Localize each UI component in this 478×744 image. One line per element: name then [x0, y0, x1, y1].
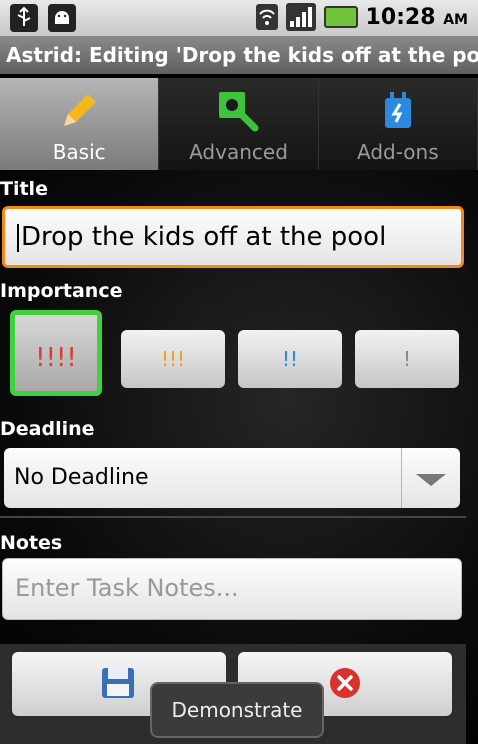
red-x-circle-icon [330, 668, 360, 698]
importance-button-label: ! [402, 347, 412, 371]
title-input[interactable]: Drop the kids off at the pool [2, 206, 464, 268]
text-caret [17, 223, 19, 252]
signal-icon [285, 3, 316, 31]
title-label: Title [0, 178, 48, 200]
importance-label: Importance [0, 280, 123, 302]
deadline-dropdown[interactable]: No Deadline [4, 448, 460, 508]
status-bar: 10:28 AM [0, 0, 478, 36]
notes-label: Notes [0, 532, 63, 554]
floppy-disk-icon [102, 668, 134, 698]
notes-placeholder: Enter Task Notes... [15, 574, 239, 602]
chevron-down-icon [401, 448, 460, 508]
clock: 10:28 AM [365, 4, 468, 30]
edit-form: Title Drop the kids off at the pool Impo… [0, 170, 478, 744]
importance-button-2[interactable]: !! [238, 330, 342, 388]
tab-label: Advanced [189, 140, 288, 164]
importance-button-label: !! [281, 347, 299, 371]
toast-message: Demonstrate [150, 682, 324, 738]
tab-basic[interactable]: Basic [0, 78, 160, 170]
window-title: Astrid: Editing 'Drop the kids off at th… [0, 36, 478, 74]
deadline-label: Deadline [0, 418, 95, 440]
clock-ampm: AM [443, 11, 468, 28]
notification-icons [10, 4, 76, 32]
battery-icon [323, 6, 358, 28]
importance-button-label: !!!! [35, 343, 77, 373]
divider [0, 516, 466, 518]
android-debug-icon [48, 4, 76, 32]
tab-label: Add-ons [357, 140, 439, 164]
tab-label: Basic [52, 140, 106, 164]
deadline-value: No Deadline [14, 465, 149, 490]
notes-input[interactable]: Enter Task Notes... [2, 558, 462, 620]
tab-bar: Basic Advanced Add-ons [0, 78, 478, 170]
title-input-value: Drop the kids off at the pool [21, 222, 387, 252]
pencil-icon [64, 94, 97, 126]
importance-button-1[interactable]: ! [355, 330, 459, 388]
tab-add-ons[interactable]: Add-ons [318, 78, 478, 170]
usb-icon [10, 4, 38, 32]
plug-icon [384, 92, 411, 128]
wifi-icon [255, 4, 278, 30]
importance-button-4[interactable]: !!!! [10, 310, 102, 396]
wrench-icon [219, 92, 259, 132]
importance-button-label: !!! [160, 347, 186, 371]
importance-button-3[interactable]: !!! [121, 330, 225, 388]
tab-advanced[interactable]: Advanced [159, 78, 319, 170]
